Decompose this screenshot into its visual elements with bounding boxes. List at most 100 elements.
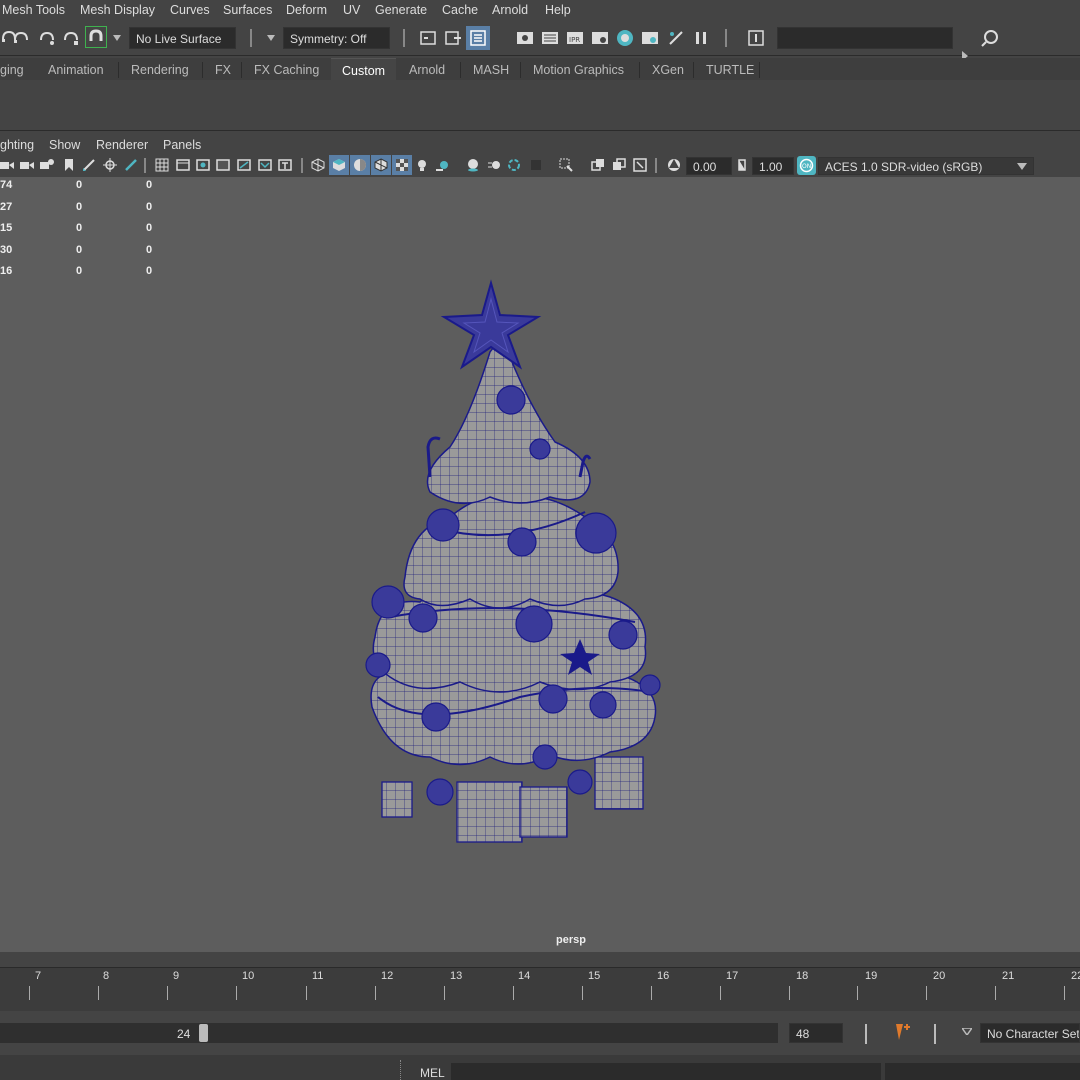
colorspace-select[interactable]: ACES 1.0 SDR-video (sRGB) [818, 157, 1034, 175]
symmetry-field[interactable]: Symmetry: Off [283, 27, 390, 49]
tab-fx[interactable]: FX [215, 58, 231, 80]
tab-animation[interactable]: Animation [48, 58, 104, 80]
motion-blur-icon[interactable] [487, 158, 501, 172]
gamma-icon[interactable] [735, 158, 749, 172]
default-material-toggle[interactable] [350, 155, 370, 175]
gamma-field[interactable]: 1.00 [752, 157, 794, 175]
pencil-icon[interactable] [124, 158, 138, 172]
menu-renderer[interactable]: Renderer [96, 138, 148, 152]
tab-custom[interactable]: Custom [331, 58, 397, 81]
sign-in-icon[interactable] [981, 29, 999, 47]
chevron-down-icon[interactable] [962, 1028, 972, 1035]
pause-icon[interactable] [692, 29, 710, 47]
chevron-down-icon[interactable] [1017, 163, 1027, 170]
shadows-icon[interactable] [435, 158, 449, 172]
ambient-occlusion-icon[interactable] [466, 158, 480, 172]
menu-curves[interactable]: Curves [170, 3, 210, 17]
keyframe-icon[interactable] [893, 1022, 911, 1042]
viewport-3d[interactable]: 74 0 0 27 0 0 15 0 0 30 0 0 16 0 0 persp [0, 177, 1080, 952]
menu-show[interactable]: Show [49, 138, 80, 152]
sweep-icon[interactable] [667, 29, 685, 47]
field-chart-icon[interactable] [237, 158, 251, 172]
tab-arnold[interactable]: Arnold [409, 58, 445, 80]
2d-pan-icon[interactable] [103, 158, 117, 172]
ipr-render-icon[interactable]: IPR [566, 29, 584, 47]
arnold-render-view-icon[interactable] [641, 29, 659, 47]
chevron-down-icon[interactable] [267, 35, 275, 41]
time-slider-track[interactable] [0, 967, 1080, 1004]
xray-active-icon[interactable] [591, 158, 605, 172]
render-view-icon[interactable] [516, 29, 534, 47]
tab-motion-graphics[interactable]: Motion Graphics [533, 58, 624, 80]
command-line-divider [400, 1060, 404, 1080]
range-slider-track[interactable] [0, 1023, 778, 1043]
christmas-tree-model[interactable] [350, 277, 680, 852]
command-language-label[interactable]: MEL [420, 1066, 445, 1080]
menu-lighting[interactable]: ghting [0, 138, 34, 152]
anti-aliasing-icon[interactable] [507, 158, 521, 172]
select-input-icon[interactable] [747, 29, 765, 47]
menu-mesh-display[interactable]: Mesh Display [80, 3, 155, 17]
slider-divider-icon [865, 1024, 867, 1044]
bookmark-icon[interactable] [40, 158, 54, 172]
snap-curve-icon[interactable] [12, 29, 30, 47]
xray-joints-icon[interactable] [612, 158, 626, 172]
resolution-gate-icon[interactable] [196, 158, 210, 172]
wireframe-on-shaded-toggle[interactable] [371, 155, 391, 175]
film-gate-icon[interactable] [176, 158, 190, 172]
render-frame-icon[interactable] [541, 29, 559, 47]
safe-action-icon[interactable] [258, 158, 272, 172]
tab-turtle[interactable]: TURTLE [706, 58, 754, 80]
exposure-icon[interactable] [667, 158, 681, 172]
tab-xgen[interactable]: XGen [652, 58, 684, 80]
camera-icon[interactable] [0, 158, 14, 172]
frame-all-icon[interactable] [633, 158, 647, 172]
anim-end-field[interactable]: 48 [789, 1023, 843, 1043]
menu-uv[interactable]: UV [343, 3, 360, 17]
hud-value: 0 [76, 179, 83, 191]
image-plane-icon[interactable] [62, 158, 76, 172]
xray-toggle[interactable] [392, 155, 412, 175]
tab-fx-caching[interactable]: FX Caching [254, 58, 319, 80]
exposure-field[interactable]: 0.00 [686, 157, 732, 175]
live-surface-field[interactable]: No Live Surface [129, 27, 236, 49]
isolate-select-icon[interactable] [559, 158, 573, 172]
quick-select-field[interactable] [777, 27, 953, 49]
smooth-shade-toggle[interactable] [329, 155, 349, 175]
menu-arnold[interactable]: Arnold [492, 3, 528, 17]
grid-icon[interactable] [155, 158, 169, 172]
command-input[interactable] [451, 1063, 881, 1080]
range-slider-handle[interactable] [199, 1024, 208, 1042]
construction-history-toggle[interactable] [466, 26, 490, 50]
wireframe-icon[interactable] [311, 158, 325, 172]
input-ops-icon[interactable] [419, 29, 437, 47]
menu-panels[interactable]: Panels [163, 138, 201, 152]
safe-title-icon[interactable] [278, 158, 292, 172]
menu-generate[interactable]: Generate [375, 3, 427, 17]
snap-point-icon[interactable] [38, 29, 56, 47]
tab-mash[interactable]: MASH [473, 58, 509, 80]
menu-mesh-tools[interactable]: Mesh Tools [2, 3, 65, 17]
tab-rigging[interactable]: ging [0, 58, 36, 80]
depth-of-field-icon[interactable] [529, 158, 543, 172]
grease-pencil-icon[interactable] [82, 158, 96, 172]
menu-surfaces[interactable]: Surfaces [223, 3, 272, 17]
color-management-toggle[interactable]: ON [797, 156, 816, 175]
hypershade-icon[interactable] [616, 29, 634, 47]
menu-help[interactable]: Help [545, 3, 571, 17]
tab-rendering[interactable]: Rendering [131, 58, 189, 80]
chevron-down-icon[interactable] [113, 35, 121, 41]
hud-value: 0 [76, 201, 83, 213]
gate-mask-icon[interactable] [216, 158, 230, 172]
output-ops-icon[interactable] [444, 29, 462, 47]
character-set-select[interactable]: No Character Set [980, 1023, 1080, 1043]
menu-deform[interactable]: Deform [286, 3, 327, 17]
camera-attributes-icon[interactable] [20, 158, 34, 172]
snap-view-icon[interactable] [62, 29, 80, 47]
render-settings-icon[interactable] [591, 29, 609, 47]
time-slider[interactable]: 7 8 9 10 11 12 13 14 15 16 17 18 19 20 2… [0, 955, 1080, 1011]
snap-live-toggle[interactable] [85, 26, 107, 48]
menu-cache[interactable]: Cache [442, 3, 478, 17]
hud-value: 0 [76, 244, 83, 256]
light-icon[interactable] [415, 158, 429, 172]
